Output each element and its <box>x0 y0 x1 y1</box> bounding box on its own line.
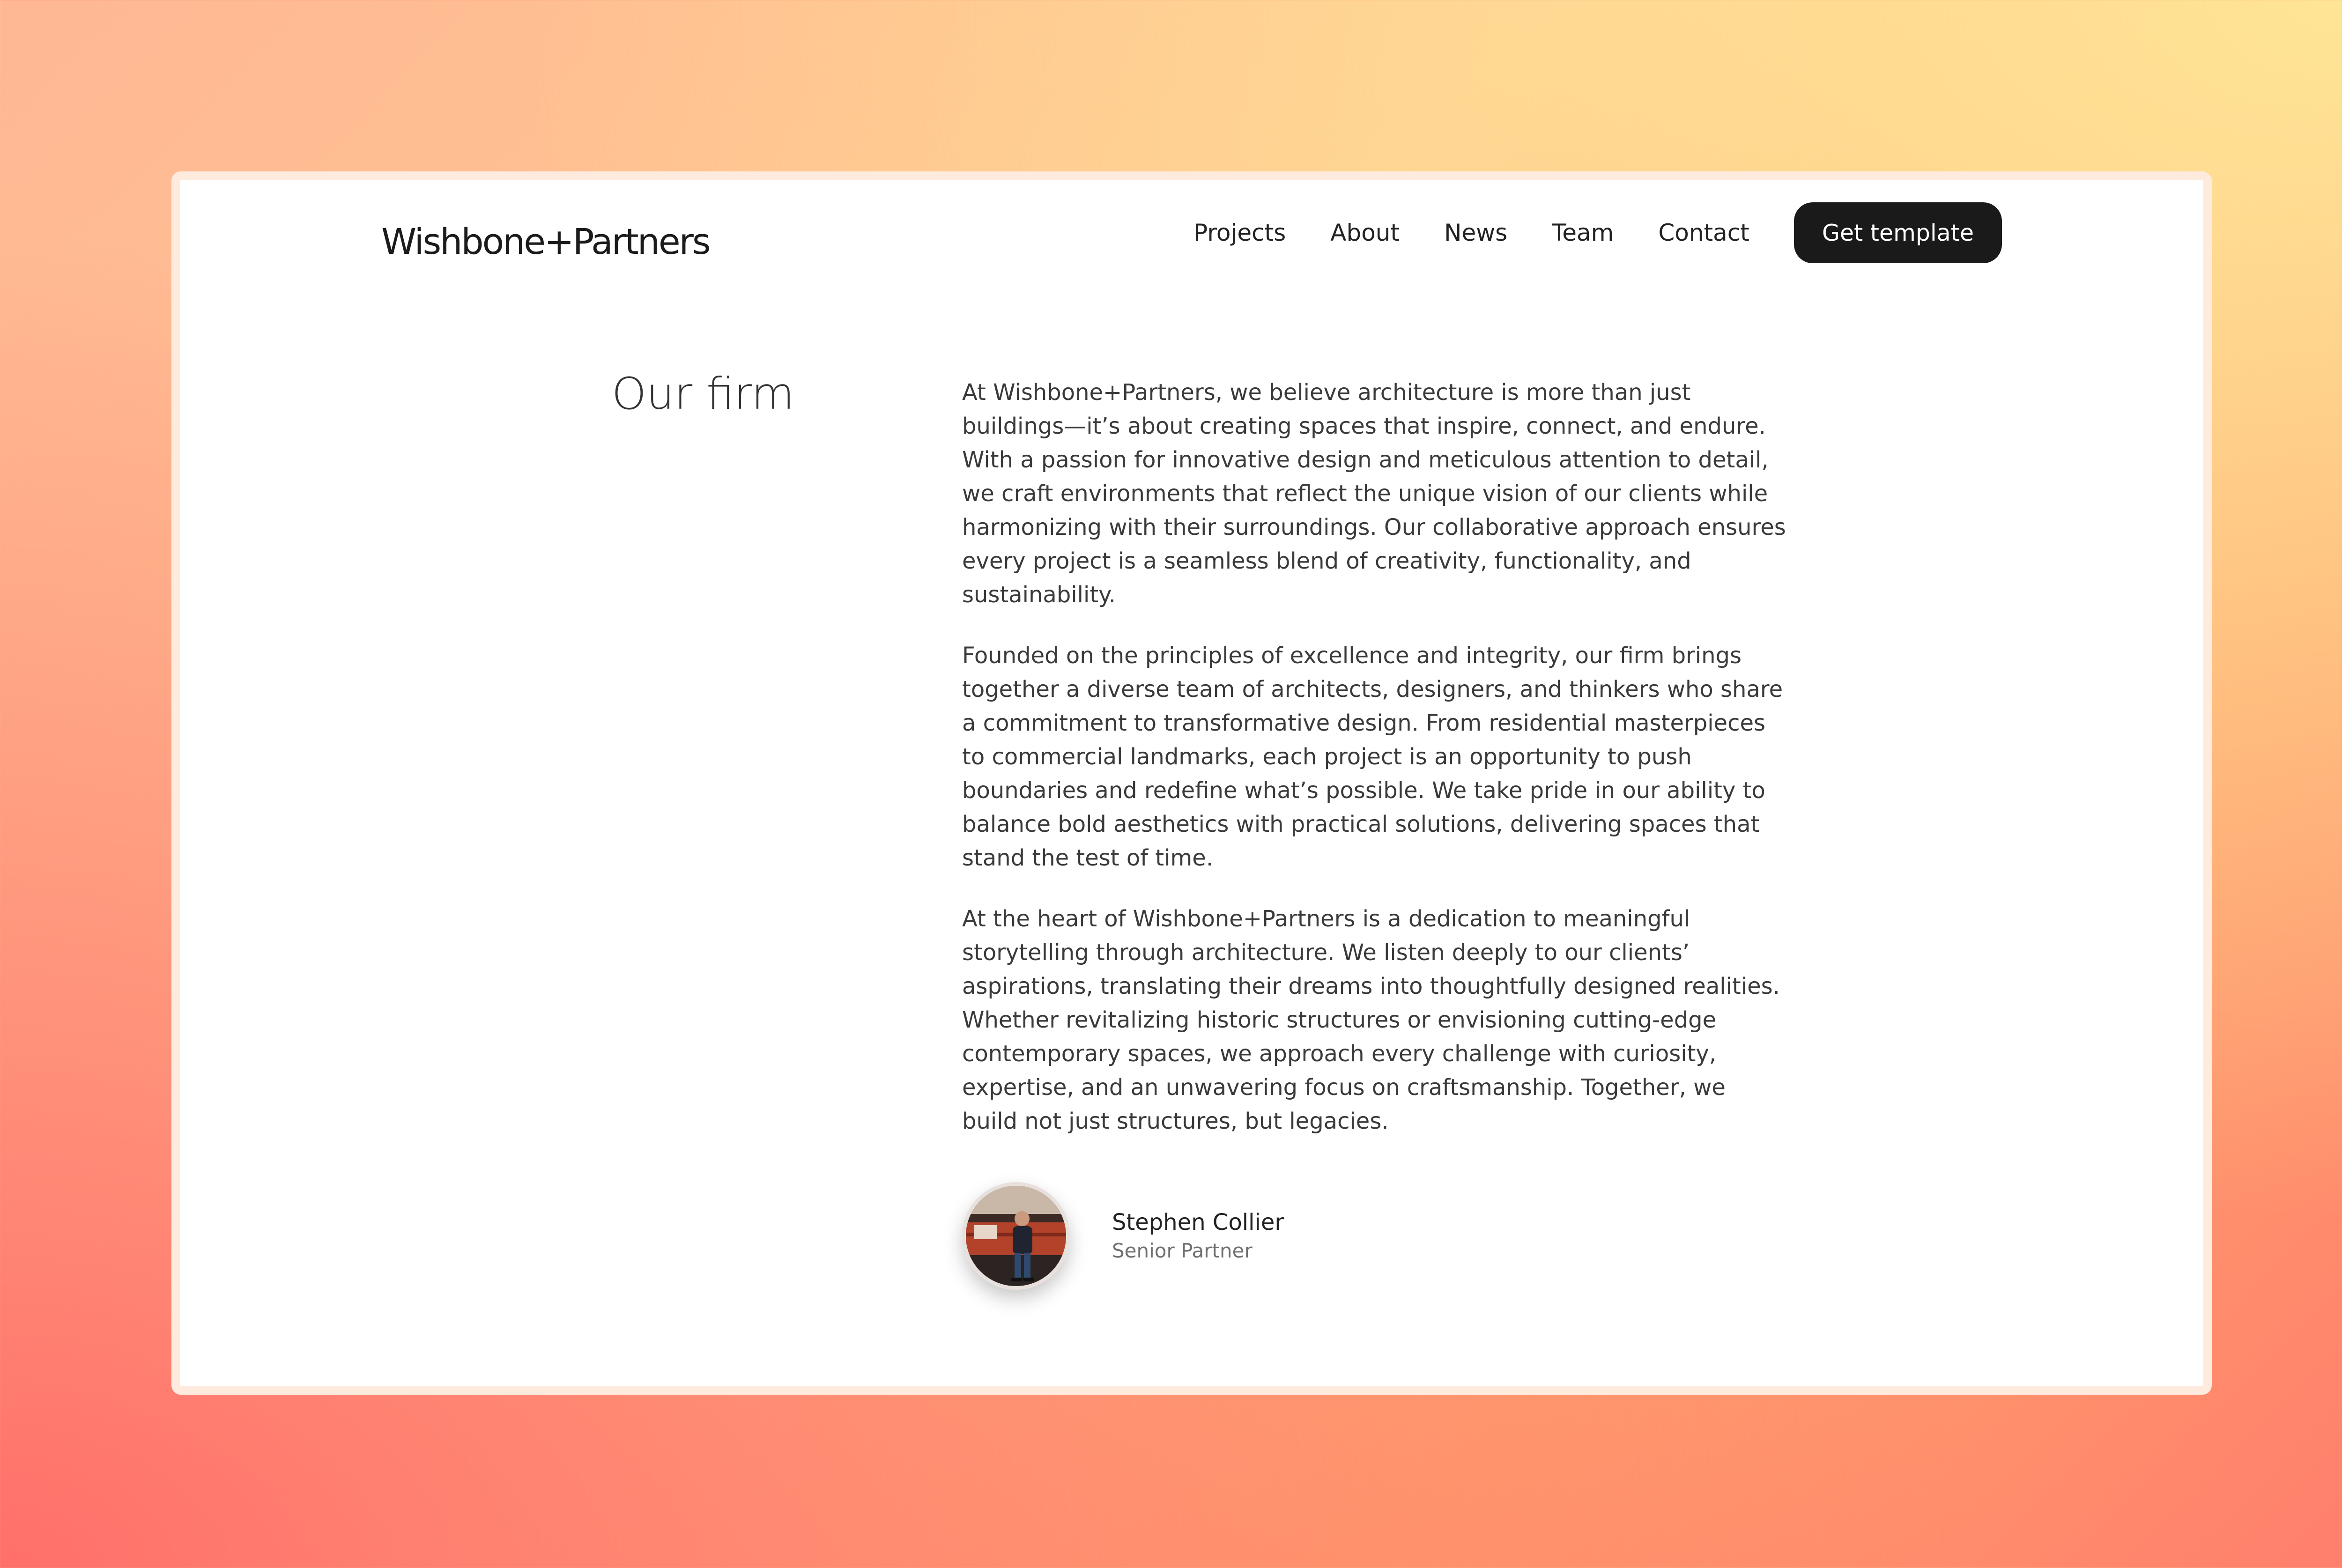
paragraph-founding: Founded on the principles of excellence … <box>962 643 1783 871</box>
author-name: Stephen Collier <box>1112 1209 1284 1235</box>
nav-link-news[interactable]: News <box>1444 219 1507 246</box>
page-card: Wishbone+Partners Projects About News Te… <box>171 171 2212 1395</box>
author-info: Stephen Collier Senior Partner <box>1112 1208 1284 1264</box>
nav-link-about[interactable]: About <box>1330 219 1400 246</box>
paragraph-intro: At Wishbone+Partners, we believe archite… <box>962 379 1786 608</box>
author-card: Stephen Collier Senior Partner <box>962 1182 1284 1290</box>
paragraph-storytelling: At the heart of Wishbone+Partners is a d… <box>962 906 1780 1134</box>
avatar <box>962 1182 1070 1290</box>
section-title: Our firm <box>612 369 794 420</box>
nav-link-projects[interactable]: Projects <box>1193 219 1286 246</box>
firm-description: At Wishbone+Partners, we believe archite… <box>962 376 1786 1165</box>
author-role: Senior Partner <box>1112 1239 1253 1262</box>
nav-link-contact[interactable]: Contact <box>1658 219 1749 246</box>
get-template-button[interactable]: Get template <box>1794 202 2002 263</box>
site-logo[interactable]: Wishbone+Partners <box>381 220 711 263</box>
avatar-photo <box>966 1186 1066 1286</box>
nav-link-team[interactable]: Team <box>1552 219 1614 246</box>
main-nav: Projects About News Team Contact Get tem… <box>1193 202 2002 263</box>
